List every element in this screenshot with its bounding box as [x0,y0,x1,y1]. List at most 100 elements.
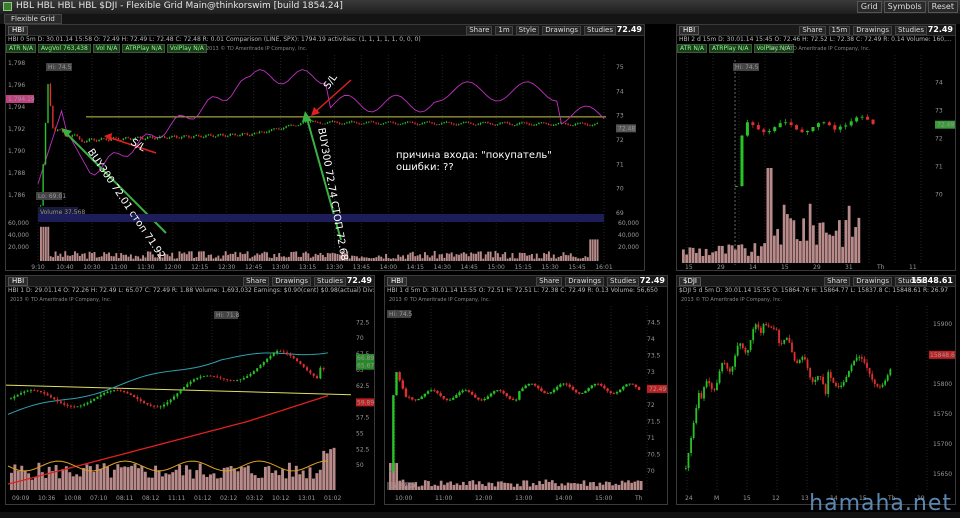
br-candle [824,384,827,395]
x-tick-label: M [714,495,719,502]
bl-candle [93,398,96,401]
reset-button[interactable]: Reset [927,1,958,13]
main-candle [127,137,129,139]
main-candle [523,122,526,124]
intraday-15m-panel: HBI Share 15m Drawings Studies 72.49 HBI… [676,24,956,271]
bm-candle [411,397,414,400]
bl-volume-bar [287,462,291,490]
bl-candle [172,396,175,400]
br-chart-canvas[interactable]: 15900158501580015750157001565015848.6124… [677,276,956,505]
br-candle [879,386,881,388]
main-volume-bar [528,255,531,261]
main-candle [251,134,253,136]
tab-flexible-grid[interactable]: Flexible Grid [4,14,62,24]
br-candle [884,380,887,385]
bl-candle [246,376,249,378]
bl-candle [66,404,69,406]
main-volume-bar [98,256,101,261]
main-candle [81,139,83,142]
tr-candle [784,122,788,124]
br-candle [814,379,817,382]
x-tick-label: 13:45 [353,264,370,271]
bl-volume-bar [157,470,161,490]
tr-candle [871,119,875,125]
bl-volume-bar [119,467,123,490]
br-candle [840,385,843,387]
main-candle [302,121,304,124]
main-candle [353,121,355,123]
tr-volume-bar [831,235,835,263]
main-volume-bar [543,252,546,261]
bm-candle [395,372,398,396]
bl-candle [206,375,209,377]
main-candle [402,123,404,125]
intraday-5m-panel: HBI Share Drawings Studies 72.49 HBI 1 d… [384,275,668,505]
main-candle [246,133,248,136]
main-candle [304,121,307,123]
bl-candle [149,404,152,406]
tr-volume-bar [857,217,861,263]
main-candle [285,126,287,128]
main-volume-bar [389,258,392,261]
bl-chart-canvas[interactable]: 72.57067.56562.56057.55552.550Hi: 71.866… [6,276,375,505]
bl-volume-bar [99,468,103,490]
grid-button[interactable]: Grid [856,1,882,13]
main-candle [329,121,331,123]
main-volume-bar [125,254,127,261]
bl-volume-bar [311,478,315,490]
tr-chart-canvas[interactable]: 74 73 72 71 70 Hi: 74.5 72.49 15 29 14 15 29 31 Th 11 [677,25,956,271]
br-candle [772,327,775,329]
main-candle [448,121,450,123]
main-volume-bar [103,252,106,261]
br-candle [708,381,711,384]
bm-candle [392,395,395,472]
x-tick-label: 09:09 [12,495,29,502]
main-volume-bar [518,252,521,261]
main-candle [154,137,156,140]
main-volume-bar [475,253,477,261]
symbols-button[interactable]: Symbols [883,1,926,13]
bm-candle [631,383,634,385]
x-tick-label: 15 [781,264,789,271]
main-candle [355,122,358,124]
bl-candle [276,350,279,354]
main-candle [314,121,317,122]
main-candle [482,122,484,124]
tr-candle [855,117,859,122]
bl-volume-bar [109,477,113,490]
y-tick-label: 15750 [933,411,952,418]
main-candle [365,122,368,124]
bl-volume-bar [75,474,79,490]
main-volume-bar [93,251,96,261]
bm-volume-bar [493,486,497,490]
left-price-tag-label: 1,794.19 [8,96,35,103]
x-tick-label: 10:36 [38,495,55,502]
main-volume-bar [74,251,76,261]
bm-candle [436,390,439,394]
main-candle [40,205,42,207]
bm-candle [489,393,493,397]
main-volume-bar [521,252,524,261]
x-tick-label: 11:00 [110,264,127,271]
tr-volume-bar [786,214,789,263]
main-candle [443,122,445,124]
tr-volume-bar [808,203,812,263]
main-volume-bar [83,253,86,261]
bm-candle [448,399,452,401]
bl-volume-bar [160,476,164,490]
main-candle [263,132,265,133]
main-volume-bar [178,251,181,261]
bm-candle [584,390,587,394]
bm-candle [533,383,537,386]
br-candle [848,370,850,377]
main-candle [88,138,91,141]
main-volume-bar [496,253,499,261]
bm-chart-canvas[interactable]: 74.57473.57372.57271.57170.570Hi: 74.5Lo… [385,276,668,505]
y-tick-label: 73 [647,369,655,376]
tr-volume-bar [701,255,705,263]
bm-volume-bar [398,480,402,490]
main-candle [292,125,295,126]
main-volume-bar [214,257,217,261]
br-candle [871,373,874,380]
bm-volume-bar [550,480,554,490]
